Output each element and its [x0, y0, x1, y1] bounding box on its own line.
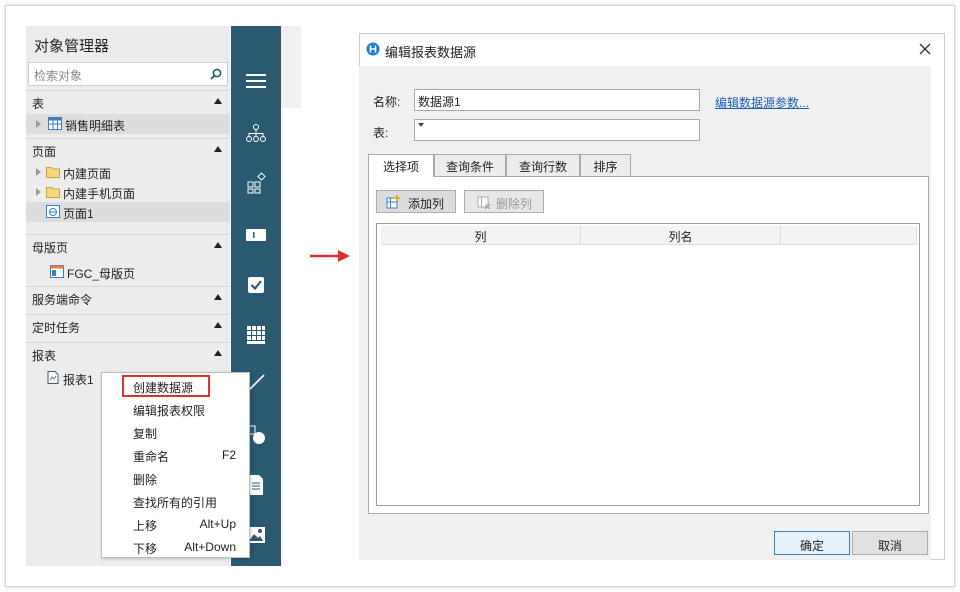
section-server-command[interactable]: 服务端命令: [26, 286, 230, 308]
column-header-column-name[interactable]: 列名: [581, 226, 781, 245]
menu-item-delete[interactable]: 删除: [102, 467, 250, 490]
menu-item-move-up[interactable]: 上移 Alt+Up: [102, 513, 250, 536]
object-manager-title: 对象管理器: [34, 38, 110, 55]
collapse-caret-icon[interactable]: [214, 322, 222, 328]
background-panel: [281, 26, 301, 108]
context-menu: 创建数据源 编辑报表权限 复制 重命名 F2 删除 查找所有的引用 上移 Alt+U…: [101, 372, 250, 558]
menu-item-rename[interactable]: 重命名 F2: [102, 444, 250, 467]
cancel-button[interactable]: 取消: [852, 531, 928, 555]
app-logo-icon: [366, 42, 380, 56]
column-header-blank: [781, 226, 917, 245]
table-label: 表:: [373, 126, 389, 140]
folder-icon: [46, 187, 60, 198]
collapse-caret-icon[interactable]: [214, 350, 222, 356]
table-select[interactable]: [414, 119, 700, 141]
folder-icon: [46, 167, 60, 178]
delete-column-button[interactable]: 删除列: [464, 190, 544, 213]
grid-table-icon[interactable]: [245, 324, 267, 346]
close-icon[interactable]: [917, 41, 933, 57]
section-table[interactable]: 表: [26, 90, 230, 112]
master-page-icon: [50, 265, 64, 278]
add-column-button[interactable]: 添加列: [376, 190, 456, 213]
tree-item-sales-detail[interactable]: 销售明细表: [26, 114, 230, 134]
tree-item-builtin-page[interactable]: 内建页面: [26, 162, 230, 182]
name-input[interactable]: 数据源1: [414, 89, 700, 111]
section-page[interactable]: 页面: [26, 138, 230, 160]
section-report[interactable]: 报表: [26, 342, 230, 364]
tab-query-rows[interactable]: 查询行数: [506, 154, 580, 176]
dialog-title: 编辑报表数据源: [385, 45, 477, 60]
menu-item-find-references[interactable]: 查找所有的引用: [102, 490, 250, 513]
checkbox-icon[interactable]: [245, 274, 267, 296]
columns-grid[interactable]: 列 列名: [376, 223, 920, 506]
expand-arrow-icon[interactable]: [36, 188, 41, 196]
object-search-input[interactable]: 检索对象: [28, 62, 228, 86]
org-tree-icon[interactable]: [245, 122, 267, 144]
arrow-right-icon: [310, 250, 350, 262]
expand-arrow-icon[interactable]: [36, 168, 41, 176]
report-icon: [47, 371, 59, 384]
collapse-caret-icon[interactable]: [214, 146, 222, 152]
tree-item-fgc-master[interactable]: FGC_母版页: [26, 262, 230, 282]
edit-datasource-params-link[interactable]: 编辑数据源参数...: [715, 94, 809, 111]
collapse-caret-icon[interactable]: [214, 98, 222, 104]
menu-item-edit-report-permission[interactable]: 编辑报表权限: [102, 398, 250, 421]
section-master-page[interactable]: 母版页: [26, 234, 230, 256]
menu-item-move-down[interactable]: 下移 Alt+Down: [102, 536, 250, 559]
search-placeholder: 检索对象: [34, 69, 83, 83]
textbox-icon[interactable]: [245, 224, 267, 246]
tab-query-conditions[interactable]: 查询条件: [434, 154, 506, 176]
web-page-icon: [46, 205, 60, 218]
tree-item-page1[interactable]: 页面1: [26, 202, 230, 222]
tab-sort[interactable]: 排序: [580, 154, 631, 176]
table-icon: [48, 117, 62, 130]
menu-icon[interactable]: [245, 70, 267, 92]
ok-button[interactable]: 确定: [774, 531, 850, 555]
section-timed-task[interactable]: 定时任务: [26, 314, 230, 336]
menu-item-create-datasource[interactable]: 创建数据源: [102, 375, 250, 398]
chevron-down-icon[interactable]: [418, 123, 424, 127]
collapse-caret-icon[interactable]: [214, 294, 222, 300]
components-icon[interactable]: [245, 172, 267, 194]
menu-item-copy[interactable]: 复制: [102, 421, 250, 444]
tree-item-builtin-mobile-page[interactable]: 内建手机页面: [26, 182, 230, 202]
column-header-column[interactable]: 列: [381, 226, 581, 245]
search-icon[interactable]: [210, 68, 222, 80]
expand-arrow-icon[interactable]: [36, 120, 41, 128]
collapse-caret-icon[interactable]: [214, 242, 222, 248]
tab-select-items[interactable]: 选择项: [368, 154, 434, 177]
name-label: 名称:: [373, 95, 401, 109]
